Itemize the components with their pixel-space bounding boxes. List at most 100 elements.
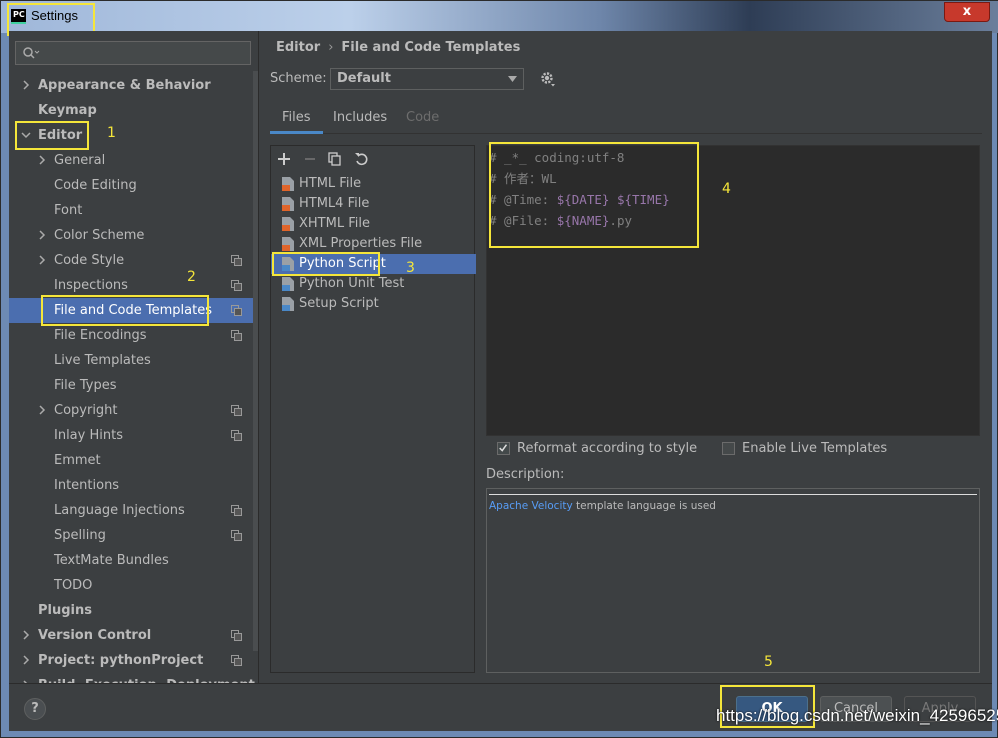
tree-item-label: Live Templates [54, 353, 151, 368]
project-scope-icon [231, 405, 242, 416]
tree-item[interactable]: Code Editing [9, 173, 258, 198]
tab-files[interactable]: Files [270, 107, 323, 134]
xml-file-icon [282, 237, 294, 251]
scheme-dropdown[interactable]: Default [330, 68, 524, 90]
tree-item[interactable]: Build, Execution, Deployment [9, 673, 258, 683]
scheme-label: Scheme: [270, 71, 327, 86]
tree-item-label: Inlay Hints [54, 428, 123, 443]
help-button[interactable]: ? [24, 698, 46, 720]
chevron-right-icon[interactable] [21, 80, 31, 90]
chevron-right-icon[interactable] [21, 655, 31, 665]
tree-item[interactable]: Font [9, 198, 258, 223]
tree-item[interactable]: TODO [9, 573, 258, 598]
gear-icon[interactable] [540, 71, 556, 87]
setup-script-icon [282, 297, 294, 311]
chevron-down-icon [508, 76, 517, 82]
settings-tree-panel: Appearance & Behavior Keymap Editor General… [9, 31, 259, 683]
template-settings-panel: Editor › File and Code Templates Scheme: D… [260, 31, 992, 683]
template-list-item[interactable]: Setup Script [271, 294, 476, 314]
description-divider [489, 494, 977, 495]
title-bar[interactable]: PC Settings x [1, 1, 998, 36]
settings-search-input[interactable] [15, 41, 251, 65]
reformat-checkbox[interactable] [497, 442, 510, 455]
project-scope-icon [231, 655, 242, 666]
xhtml-file-icon [282, 217, 294, 231]
tree-item-label: TextMate Bundles [54, 553, 169, 568]
project-scope-icon [231, 530, 242, 541]
tree-item-label: Intentions [54, 478, 120, 493]
annotation-3: 3 [406, 260, 415, 276]
breadcrumb-separator: › [328, 40, 334, 55]
tree-item[interactable]: Language Injections [9, 498, 258, 523]
tree-item-label: Font [54, 203, 83, 218]
window-close-button[interactable]: x [944, 2, 990, 22]
live-templates-label[interactable]: Enable Live Templates [742, 441, 887, 456]
html4-file-icon [282, 197, 294, 211]
tab-includes[interactable]: Includes [321, 107, 399, 134]
breadcrumb: Editor › File and Code Templates [276, 40, 520, 55]
breadcrumb-parent[interactable]: Editor [276, 40, 320, 55]
template-list-panel: HTML File HTML4 File XHTML File XML Propert… [270, 145, 476, 673]
tree-item[interactable]: Keymap [9, 98, 258, 123]
tree-item[interactable]: Live Templates [9, 348, 258, 373]
tree-item[interactable]: Spelling [9, 523, 258, 548]
tree-scrollbar[interactable] [253, 71, 258, 651]
project-scope-icon [231, 630, 242, 641]
tree-item-label: Keymap [38, 103, 97, 118]
project-scope-icon [231, 255, 242, 266]
tree-item-label: Code Editing [54, 178, 137, 193]
tree-item[interactable]: Plugins [9, 598, 258, 623]
add-icon[interactable] [277, 152, 291, 166]
tree-item-label: Plugins [38, 603, 92, 618]
tree-item-label: Copyright [54, 403, 118, 418]
tree-item[interactable]: File Types [9, 373, 258, 398]
python-script-highlight-box [272, 252, 380, 276]
reformat-label[interactable]: Reformat according to style [517, 441, 697, 456]
velocity-link[interactable]: Apache Velocity [489, 500, 573, 512]
project-scope-icon [231, 505, 242, 516]
tree-item-label: Spelling [54, 528, 106, 543]
reset-icon[interactable] [354, 152, 368, 166]
copy-icon[interactable] [328, 152, 342, 166]
tree-item-label: File Types [54, 378, 117, 393]
project-scope-icon [231, 430, 242, 441]
tree-item[interactable]: Copyright [9, 398, 258, 423]
tree-item[interactable]: Intentions [9, 473, 258, 498]
template-list-item[interactable]: XML Properties File [271, 234, 476, 254]
chevron-right-icon[interactable] [37, 230, 47, 240]
template-list-item[interactable]: XHTML File [271, 214, 476, 234]
tree-item[interactable]: Emmet [9, 448, 258, 473]
chevron-right-icon[interactable] [37, 155, 47, 165]
template-list-item-label: Setup Script [299, 296, 379, 311]
tab-code[interactable]: Code [394, 107, 451, 134]
tree-item[interactable]: TextMate Bundles [9, 548, 258, 573]
annotation-2: 2 [187, 269, 196, 285]
tree-item[interactable]: Version Control [9, 623, 258, 648]
tree-item[interactable]: Appearance & Behavior [9, 73, 258, 98]
remove-icon[interactable] [303, 152, 317, 166]
chevron-right-icon[interactable] [21, 630, 31, 640]
tree-item[interactable]: File Encodings [9, 323, 258, 348]
tree-item[interactable]: Code Style [9, 248, 258, 273]
template-list-item[interactable]: HTML File [271, 174, 476, 194]
annotation-4: 4 [722, 181, 731, 197]
template-list-item-label: Python Unit Test [299, 276, 405, 291]
project-scope-icon [231, 280, 242, 291]
annotation-5: 5 [764, 654, 773, 670]
template-list-item-label: HTML4 File [299, 196, 370, 211]
tree-item[interactable]: Project: pythonProject [9, 648, 258, 673]
tree-item-label: Project: pythonProject [38, 653, 204, 668]
templates-highlight-box [41, 295, 209, 326]
tree-item[interactable]: Inlay Hints [9, 423, 258, 448]
template-list-item[interactable]: Python Unit Test [271, 274, 476, 294]
chevron-right-icon[interactable] [37, 255, 47, 265]
template-list-item[interactable]: HTML4 File [271, 194, 476, 214]
settings-window: PC Settings x Appearance & Behavior Keyma… [0, 0, 998, 738]
tree-item[interactable]: General [9, 148, 258, 173]
live-templates-checkbox[interactable] [722, 442, 735, 455]
checkmark-icon [499, 444, 508, 452]
chevron-right-icon[interactable] [37, 405, 47, 415]
template-list-item-label: HTML File [299, 176, 362, 191]
tree-item[interactable]: Color Scheme [9, 223, 258, 248]
tree-item-label: Emmet [54, 453, 101, 468]
